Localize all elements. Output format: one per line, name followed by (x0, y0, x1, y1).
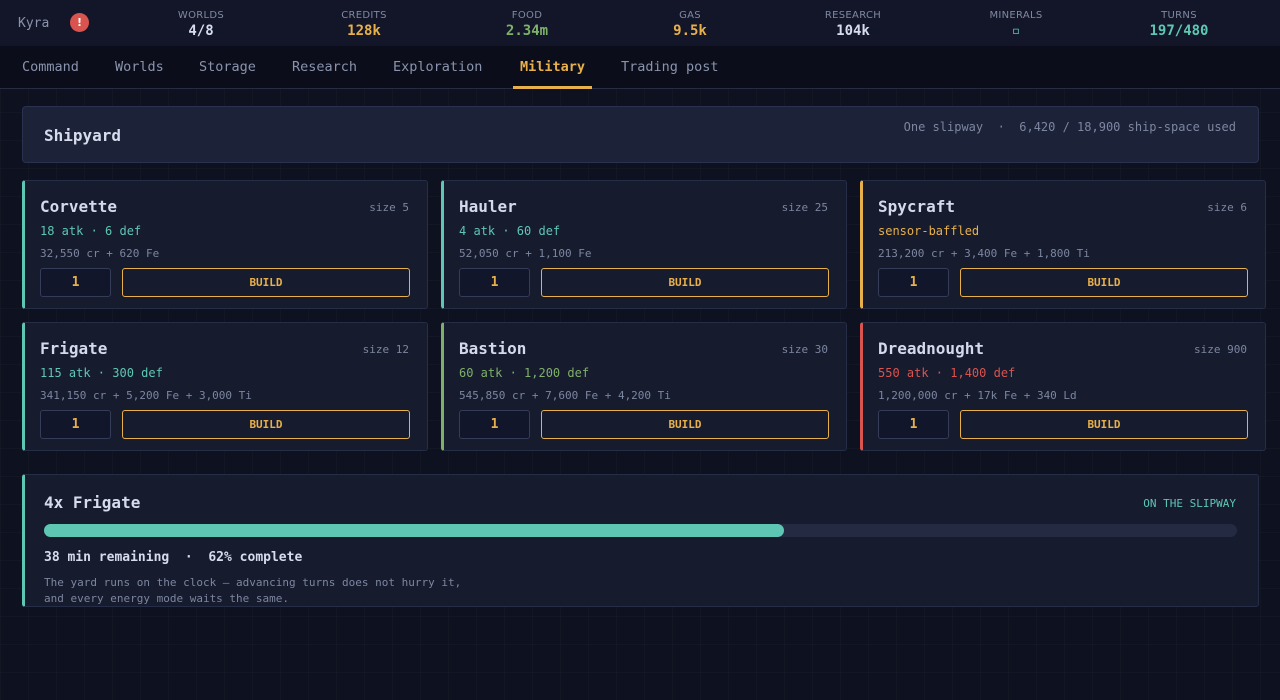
stat-value: 197/480 (1149, 23, 1209, 39)
quantity-input[interactable]: 1 (459, 268, 530, 297)
build-button[interactable]: BUILD (541, 268, 829, 297)
progress-track (44, 524, 1237, 537)
ship-size: size 30 (781, 343, 828, 356)
ship-name: Dreadnought (878, 339, 984, 358)
quantity-input[interactable]: 1 (878, 268, 949, 297)
queue-status-badge: ON THE SLIPWAY (1143, 497, 1236, 510)
ship-card-dreadnought: Dreadnought size 900 550 atk · 1,400 def… (860, 322, 1266, 451)
build-queue-panel: 4x Frigate ON THE SLIPWAY 38 min remaini… (22, 474, 1259, 607)
stat-label: MINERALS (989, 10, 1043, 21)
shipyard-title: Shipyard (44, 126, 122, 145)
queue-note: The yard runs on the clock — advancing t… (44, 575, 461, 607)
stat-label: CREDITS (341, 10, 387, 21)
ship-size: size 25 (781, 201, 828, 214)
stat-value: 2.34m (505, 23, 549, 39)
stat-value: 9.5k (673, 23, 707, 39)
tab-military[interactable]: Military (513, 46, 593, 89)
ship-card-bastion: Bastion size 30 60 atk · 1,200 def 545,8… (441, 322, 847, 451)
stat-label: WORLDS (177, 10, 225, 21)
build-button[interactable]: BUILD (122, 410, 410, 439)
quantity-input[interactable]: 1 (40, 410, 111, 439)
progress-fill (44, 524, 784, 537)
alert-icon[interactable]: ! (70, 13, 89, 32)
queue-note-line: and every energy mode waits the same. (44, 592, 290, 605)
ship-cost: 213,200 cr + 3,400 Fe + 1,800 Ti (878, 247, 1090, 260)
ship-stats: sensor-baffled (878, 224, 980, 238)
tab-storage[interactable]: Storage (192, 46, 263, 88)
ship-card-corvette: Corvette size 5 18 atk · 6 def 32,550 cr… (22, 180, 428, 309)
tab-worlds[interactable]: Worlds (108, 46, 171, 88)
stat-label: TURNS (1161, 10, 1197, 21)
tab-research[interactable]: Research (285, 46, 364, 88)
ship-stats: 550 atk · 1,400 def (878, 366, 1016, 380)
player-name: Kyra (18, 16, 50, 31)
ship-name: Corvette (40, 197, 118, 216)
build-button[interactable]: BUILD (960, 410, 1248, 439)
build-button[interactable]: BUILD (960, 268, 1248, 297)
stat-minerals: MINERALS ▫ (956, 10, 1076, 39)
ship-cost: 341,150 cr + 5,200 Fe + 3,000 Ti (40, 389, 252, 402)
ship-cost: 545,850 cr + 7,600 Fe + 4,200 Ti (459, 389, 671, 402)
ship-stats: 60 atk · 1,200 def (459, 366, 590, 380)
ship-name: Frigate (40, 339, 108, 358)
shipyard-panel: Shipyard One slipway · 6,420 / 18,900 sh… (22, 106, 1259, 163)
stat-food: FOOD 2.34m (467, 10, 587, 39)
queue-title: 4x Frigate (44, 493, 141, 512)
top-status-bar: Kyra ! WORLDS 4/8 CREDITS 128k FOOD 2.34… (0, 0, 1280, 46)
ship-stats: 4 atk · 60 def (459, 224, 561, 238)
stat-turns: TURNS 197/480 (1119, 10, 1239, 39)
ship-size: size 900 (1194, 343, 1247, 356)
stat-value: 128k (347, 23, 381, 39)
stat-credits: CREDITS 128k (304, 10, 424, 39)
stat-research: RESEARCH 104k (793, 10, 913, 39)
build-button[interactable]: BUILD (122, 268, 410, 297)
tab-trading-post[interactable]: Trading post (614, 46, 726, 88)
ship-cost: 32,550 cr + 620 Fe (40, 247, 160, 260)
queue-note-line: The yard runs on the clock — advancing t… (44, 576, 462, 589)
quantity-input[interactable]: 1 (40, 268, 111, 297)
queue-remaining: 38 min remaining · 62% complete (44, 550, 303, 565)
tab-command[interactable]: Command (15, 46, 86, 88)
ship-cost: 1,200,000 cr + 17k Fe + 340 Ld (878, 389, 1077, 402)
stat-label: RESEARCH (824, 10, 882, 21)
ship-cost: 52,050 cr + 1,100 Fe (459, 247, 592, 260)
ship-card-hauler: Hauler size 25 4 atk · 60 def 52,050 cr … (441, 180, 847, 309)
ship-size: size 5 (369, 201, 409, 214)
quantity-input[interactable]: 1 (878, 410, 949, 439)
stat-label: FOOD (511, 10, 543, 21)
stat-label: GAS (679, 10, 701, 21)
stat-value: 104k (836, 23, 870, 39)
quantity-input[interactable]: 1 (459, 410, 530, 439)
main-nav: Command Worlds Storage Research Explorat… (0, 46, 1280, 89)
tab-exploration[interactable]: Exploration (386, 46, 489, 88)
ship-name: Hauler (459, 197, 517, 216)
stat-gas: GAS 9.5k (630, 10, 750, 39)
ship-size: size 6 (1207, 201, 1247, 214)
ship-stats: 18 atk · 6 def (40, 224, 142, 238)
ship-card-frigate: Frigate size 12 115 atk · 300 def 341,15… (22, 322, 428, 451)
stat-value: ▫ (1011, 23, 1021, 39)
ship-card-spycraft: Spycraft size 6 sensor-baffled 213,200 c… (860, 180, 1266, 309)
stat-value: 4/8 (188, 23, 214, 39)
shipyard-capacity: One slipway · 6,420 / 18,900 ship-space … (903, 120, 1236, 134)
ship-name: Spycraft (878, 197, 956, 216)
ship-size: size 12 (362, 343, 409, 356)
ship-name: Bastion (459, 339, 527, 358)
build-button[interactable]: BUILD (541, 410, 829, 439)
ship-stats: 115 atk · 300 def (40, 366, 163, 380)
stat-worlds: WORLDS 4/8 (141, 10, 261, 39)
